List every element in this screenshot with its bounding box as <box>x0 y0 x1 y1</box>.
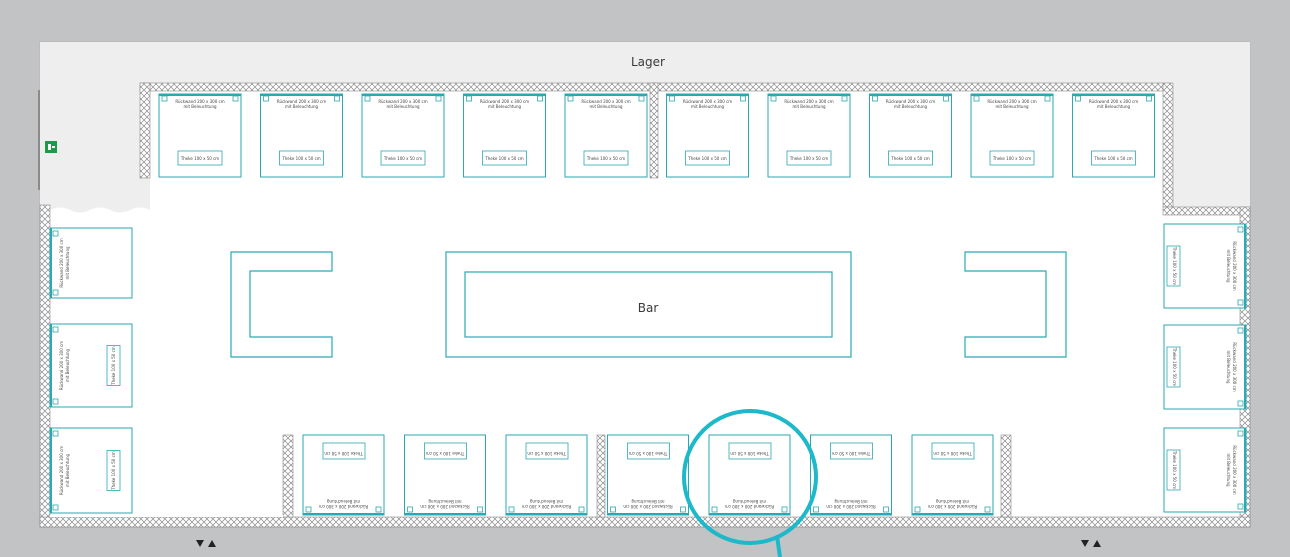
booth-top: Rückwand 200 x 300 cmmit BeleuchtungThek… <box>869 93 952 178</box>
booth-wall-label: mit Beleuchtung <box>1226 350 1231 384</box>
emergency-exit-icon <box>45 141 57 153</box>
wall-segment <box>1162 206 1251 216</box>
booth-wall-label: mit Beleuchtung <box>428 499 462 504</box>
booth-counter-label: Theke 100 x 50 cm <box>992 156 1031 161</box>
booth-wall-label: mit Beleuchtung <box>65 246 70 280</box>
booth-wall-label: Rückwand 200 x 300 cm <box>59 238 64 287</box>
wall-segment <box>139 82 151 179</box>
booth-wall-label: mit Beleuchtung <box>834 499 868 504</box>
booth-wall-label: mit Beleuchtung <box>691 104 725 109</box>
booth-wall-label: mit Beleuchtung <box>530 499 564 504</box>
booth-top: Rückwand 200 x 300 cmmit BeleuchtungThek… <box>564 93 648 178</box>
booth-counter-label: Theke 100 x 50 cm <box>383 156 422 161</box>
booth-bottom: Rückwand 200 x 300 cmmit BeleuchtungThek… <box>708 434 791 516</box>
booth-top: Rückwand 200 x 300 cmmit BeleuchtungThek… <box>260 93 343 178</box>
booth-top: Rückwand 200 x 300 cmmit BeleuchtungThek… <box>767 93 851 178</box>
booth-wall-label: mit Beleuchtung <box>65 349 70 383</box>
booth-top: Rückwand 200 x 300 cmmit BeleuchtungThek… <box>463 93 546 178</box>
booth-right: Rückwand 200 x 300 cmmit Beleuchtung Thek… <box>1163 223 1247 309</box>
booth-counter-label: Theke 100 x 50 cm <box>1172 347 1177 386</box>
booth-bottom: Rückwand 200 x 300 cmmit BeleuchtungThek… <box>911 434 994 516</box>
booth-wall-label: mit Beleuchtung <box>386 104 420 109</box>
booth-wall-label: Rückwand 200 x 300 cm <box>1232 445 1237 494</box>
booth-counter-label: Theke 100 x 50 cm <box>687 156 726 161</box>
booth-wall-label: mit Beleuchtung <box>327 499 361 504</box>
wall-segment <box>39 516 1251 528</box>
booth-left: Rückwand 200 x 300 cm mit Beleuchtung Thek… <box>49 427 133 514</box>
booth-wall-label: mit Beleuchtung <box>1097 104 1131 109</box>
booth-top: Rückwand 200 x 300 cmmit BeleuchtungThek… <box>361 93 445 178</box>
floor-plan: Lager Rückwand 200 x 300 cmmit Beleuchtu… <box>38 41 1251 557</box>
booth-top: Rückwand 200 x 300 cmmit BeleuchtungThek… <box>970 93 1054 178</box>
wall-segment <box>1162 82 1174 208</box>
booth-counter-label: Theke 100 x 50 cm <box>484 156 523 161</box>
booth-counter-label: Theke 100 x 50 cm <box>1172 450 1177 489</box>
booth-wall-label: mit Beleuchtung <box>995 104 1029 109</box>
booth-bottom: Rückwand 200 x 300 cmmit BeleuchtungThek… <box>607 434 689 516</box>
wall-segment <box>39 204 51 528</box>
booth-counter-label: Theke 100 x 50 cm <box>730 451 769 456</box>
booth-wall-label: mit Beleuchtung <box>936 499 970 504</box>
booth-wall-label: mit Beleuchtung <box>183 104 217 109</box>
booth-counter-label: Theke 100 x 50 cm <box>426 451 465 456</box>
booth-wall-label: mit Beleuchtung <box>488 104 522 109</box>
booth-bottom: Rückwand 200 x 300 cmmit BeleuchtungThek… <box>810 434 892 516</box>
booth-right: Rückwand 200 x 300 cmmit Beleuchtung Thek… <box>1163 427 1247 513</box>
booth-right: Rückwand 200 x 300 cmmit Beleuchtung Thek… <box>1163 324 1247 410</box>
booth-counter-label: Theke 100 x 50 cm <box>1093 156 1132 161</box>
wall-gap <box>50 515 283 517</box>
booth-wall-label: mit Beleuchtung <box>1226 249 1231 283</box>
booth-wall-label: Rückwand 200 x 300 cm <box>1232 342 1237 391</box>
booth-counter-label: Theke 100 x 50 cm <box>180 156 219 161</box>
booth-top: Rückwand 200 x 300 cmmit BeleuchtungThek… <box>158 93 242 178</box>
booth-counter-label: Theke 100 x 50 cm <box>890 156 929 161</box>
booth-wall-label: mit Beleuchtung <box>792 104 826 109</box>
booth-wall-label: mit Beleuchtung <box>589 104 623 109</box>
left-wall-line <box>38 90 40 190</box>
booth-counter-label: Theke 100 x 50 cm <box>111 346 116 385</box>
booth-wall-label: Rückwand 200 x 300 cm <box>59 341 64 390</box>
booth-counter-label: Theke 100 x 50 cm <box>527 451 566 456</box>
booth-bottom: Rückwand 200 x 300 cmmit BeleuchtungThek… <box>404 434 486 516</box>
storage-label: Lager <box>631 55 665 69</box>
bar-label: Bar <box>638 301 659 315</box>
booth-wall-label: mit Beleuchtung <box>65 454 70 488</box>
booth-wall-label: Rückwand 200 x 300 cm <box>1232 241 1237 290</box>
booth-counter-label: Theke 100 x 50 cm <box>933 451 972 456</box>
wall-segment <box>1000 434 1012 518</box>
booth-counter-label: Theke 100 x 50 cm <box>111 451 116 490</box>
booth-wall-label: Rückwand 200 x 300 cm <box>59 446 64 495</box>
booth-counter-label: Theke 100 x 50 cm <box>281 156 320 161</box>
booth-counter-label: Theke 100 x 50 cm <box>1172 246 1177 285</box>
booth-wall-label: mit Beleuchtung <box>631 499 665 504</box>
booth-wall-label: mit Beleuchtung <box>733 499 767 504</box>
booth-top: Rückwand 200 x 300 cmmit BeleuchtungThek… <box>666 93 749 178</box>
booth-left: Rückwand 200 x 300 cm mit Beleuchtung Thek… <box>49 323 133 408</box>
booth-counter-label: Theke 100 x 50 cm <box>832 451 871 456</box>
booth-counter-label: Theke 100 x 50 cm <box>586 156 625 161</box>
highlight-pointer <box>775 535 782 557</box>
booth-counter-label: Theke 100 x 50 cm <box>789 156 828 161</box>
booth-left: Rückwand 200 x 300 cm mit Beleuchtung <box>49 227 133 299</box>
wall-segment <box>596 434 606 518</box>
wall-segment <box>282 434 294 518</box>
booth-bottom: Rückwand 200 x 300 cmmit BeleuchtungThek… <box>505 434 588 516</box>
wall-segment <box>649 82 659 179</box>
booth-bottom: Rückwand 200 x 300 cmmit BeleuchtungThek… <box>302 434 385 516</box>
booth-wall-label: mit Beleuchtung <box>894 104 928 109</box>
booth-counter-label: Theke 100 x 50 cm <box>324 451 363 456</box>
booth-top: Rückwand 200 x 300 cmmit BeleuchtungThek… <box>1072 93 1155 178</box>
booth-wall-label: mit Beleuchtung <box>1226 453 1231 487</box>
door-arrows-icon <box>196 540 1101 547</box>
booth-wall-label: mit Beleuchtung <box>285 104 319 109</box>
booth-counter-label: Theke 100 x 50 cm <box>629 451 668 456</box>
